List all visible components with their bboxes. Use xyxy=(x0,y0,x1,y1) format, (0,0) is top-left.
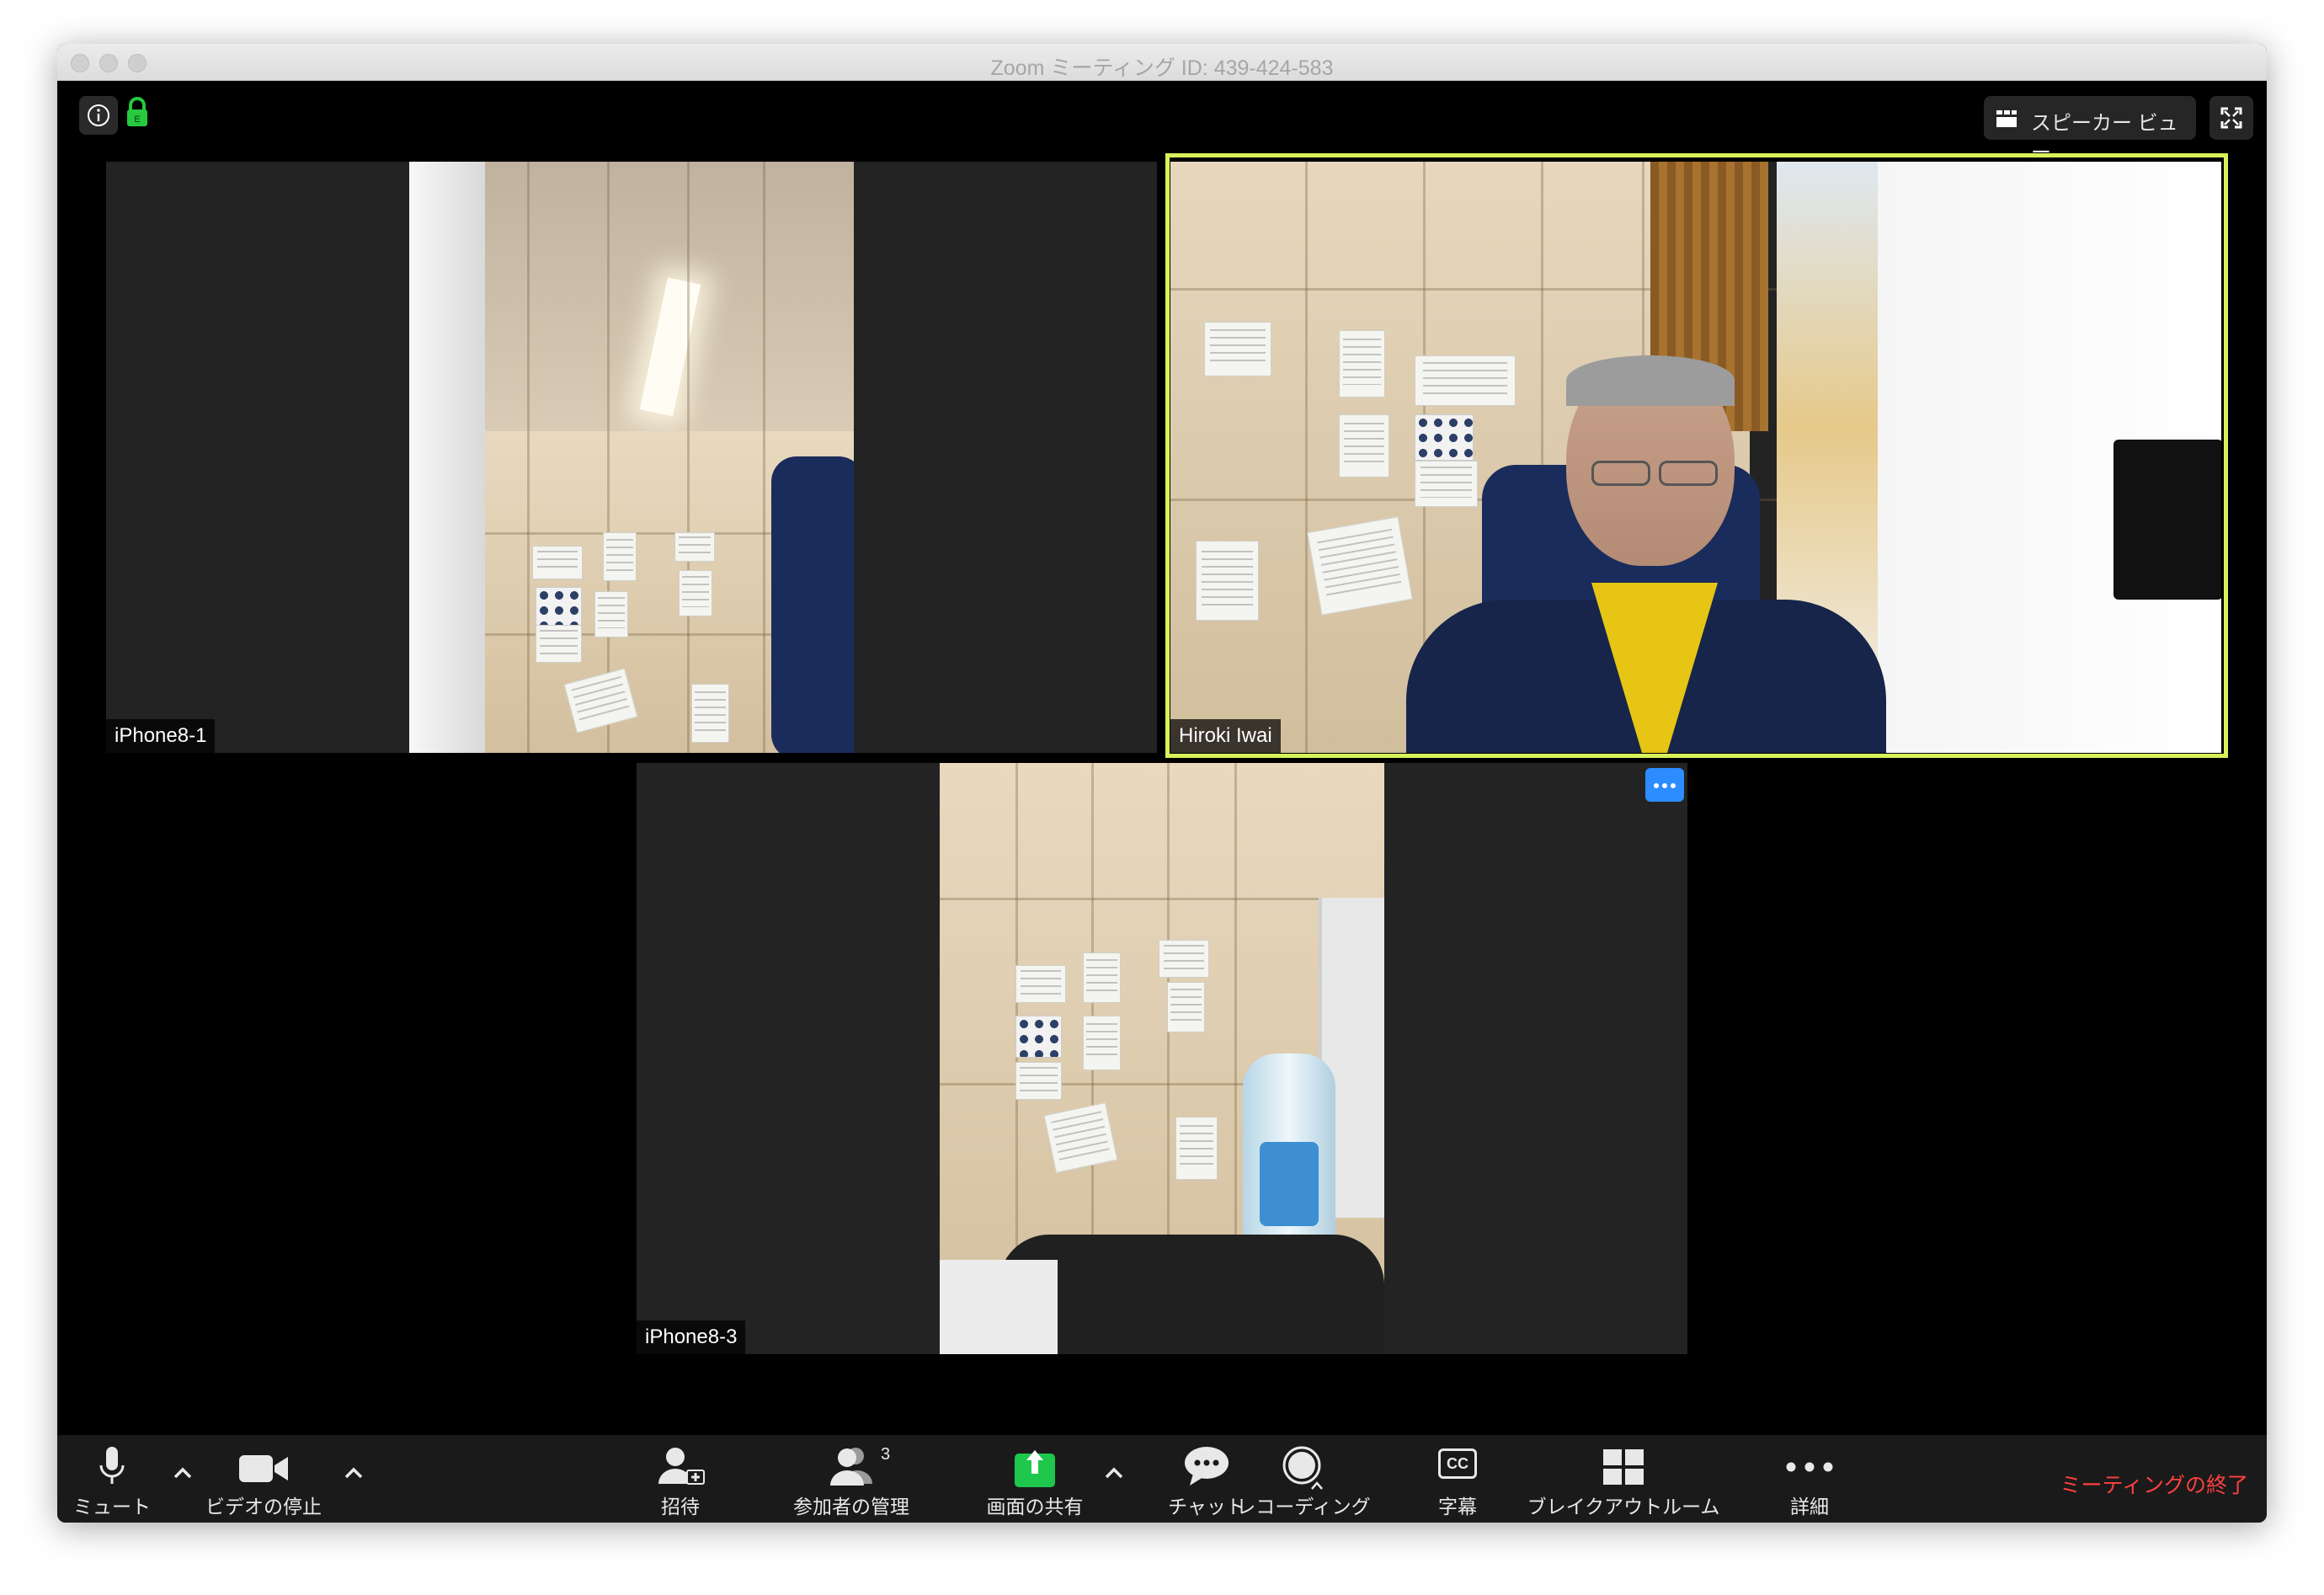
breakout-rooms-icon xyxy=(1603,1449,1644,1485)
manage-participants-label: 参加者の管理 xyxy=(793,1496,909,1518)
share-options-chevron-up-icon[interactable] xyxy=(1101,1460,1127,1486)
mute-label: ミュート xyxy=(73,1496,151,1518)
participant-more-options-button[interactable] xyxy=(1645,768,1684,802)
closed-captions-label: 字幕 xyxy=(1438,1496,1477,1518)
share-screen-button[interactable]: 画面の共有 xyxy=(972,1435,1098,1523)
share-screen-label: 画面の共有 xyxy=(986,1496,1084,1518)
add-user-icon xyxy=(658,1448,705,1485)
video-tile-iphone8-3[interactable]: iPhone8-3 xyxy=(637,763,1687,1354)
grid-view-icon xyxy=(1996,110,2017,127)
stop-video-label: ビデオの停止 xyxy=(205,1496,322,1518)
mute-button[interactable]: ミュート xyxy=(66,1435,158,1523)
fullscreen-icon xyxy=(2220,107,2242,129)
stop-video-button[interactable]: ビデオの停止 xyxy=(200,1435,327,1523)
video-options-chevron-up-icon[interactable] xyxy=(341,1460,366,1486)
record-label: レコーディング xyxy=(1236,1496,1371,1518)
video-feed xyxy=(940,763,1384,1354)
zoom-window: Zoom ミーティング ID: 439-424-583 E スピーカー ビュー xyxy=(57,44,2267,1523)
video-feed xyxy=(409,162,854,753)
video-camera-icon xyxy=(239,1455,288,1482)
more-dots-icon xyxy=(1786,1462,1833,1472)
title-bar: Zoom ミーティング ID: 439-424-583 xyxy=(57,44,2267,81)
closed-captions-button[interactable]: CC 字幕 xyxy=(1420,1435,1495,1523)
audio-options-chevron-up-icon[interactable] xyxy=(170,1460,195,1486)
share-screen-icon xyxy=(1015,1450,1055,1487)
breakout-rooms-button[interactable]: ブレイクアウトルーム xyxy=(1506,1435,1741,1523)
svg-text:E: E xyxy=(134,115,140,125)
info-icon xyxy=(88,104,109,126)
chat-bubble-icon xyxy=(1185,1447,1229,1486)
participant-name-label: iPhone8-1 xyxy=(106,719,216,753)
participants-count-badge: 3 xyxy=(881,1445,891,1464)
meeting-toolbar: ミュート ビデオの停止 招待 3 参加者の管理 画面の共有 チャット レコーディ… xyxy=(57,1435,2267,1523)
closed-captions-icon: CC xyxy=(1438,1448,1477,1479)
speaker-view-button[interactable]: スピーカー ビュー xyxy=(1984,96,2196,164)
video-tile-iphone8-1[interactable]: iPhone8-1 xyxy=(106,162,1157,753)
active-speaker-highlight xyxy=(1165,153,2228,758)
fullscreen-button[interactable] xyxy=(2209,96,2253,140)
breakout-rooms-label: ブレイクアウトルーム xyxy=(1527,1496,1720,1518)
more-label: 詳細 xyxy=(1790,1496,1829,1518)
record-icon xyxy=(1282,1446,1323,1490)
record-button[interactable]: レコーディング xyxy=(1228,1435,1379,1523)
manage-participants-button[interactable]: 3 参加者の管理 xyxy=(788,1435,914,1523)
end-meeting-button[interactable]: ミーティングの終了 xyxy=(2060,1469,2248,1499)
participant-name-label: iPhone8-3 xyxy=(637,1320,746,1354)
encryption-lock-icon[interactable]: E xyxy=(125,96,153,135)
window-title: Zoom ミーティング ID: 439-424-583 xyxy=(990,56,1334,80)
more-button[interactable]: 詳細 xyxy=(1772,1435,1847,1523)
invite-button[interactable]: 招待 xyxy=(638,1435,722,1523)
meeting-info-button[interactable] xyxy=(79,96,118,135)
participants-icon xyxy=(830,1448,872,1486)
invite-label: 招待 xyxy=(661,1496,700,1518)
more-dots-icon xyxy=(1654,783,1659,788)
microphone-icon xyxy=(99,1447,125,1484)
